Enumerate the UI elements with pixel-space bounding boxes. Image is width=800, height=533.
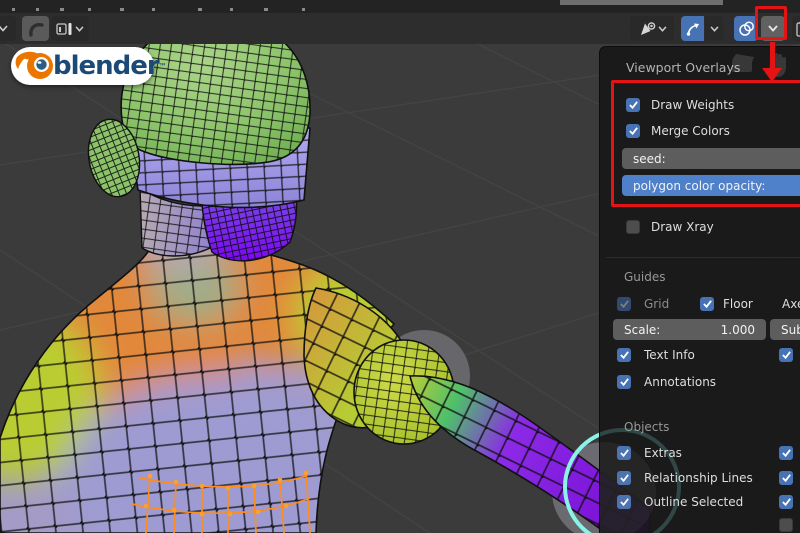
dropdown-partial-button[interactable] [0, 16, 16, 41]
annotation-arrow-shaft [770, 42, 775, 69]
label-annotations: Annotations [644, 375, 717, 389]
annotation-box-dropdown [755, 6, 787, 40]
falloff-button[interactable] [22, 16, 49, 41]
scale-value: 1.000 [720, 322, 755, 337]
checkbox-text-info[interactable] [617, 348, 631, 362]
subdivisions-label: Subdivisions [781, 322, 800, 337]
label-relationship-lines: Relationship Lines [644, 471, 753, 485]
label-draw-xray: Draw Xray [651, 220, 714, 234]
chevron-down-icon [75, 25, 84, 32]
check-icon [619, 498, 629, 507]
display-mode-button[interactable] [51, 16, 89, 41]
blender-logo-text: blender [53, 51, 160, 81]
trademark: ™ [158, 61, 167, 71]
checkbox-relationship-lines[interactable] [617, 471, 631, 485]
display-mode-icon [56, 22, 72, 35]
check-icon [619, 378, 629, 387]
section-guides: Guides [624, 270, 666, 284]
checkbox-floor[interactable] [700, 297, 714, 311]
check-icon [619, 351, 629, 360]
show-gizmo-button[interactable] [630, 16, 674, 41]
blender-logo-icon [15, 51, 53, 79]
label-floor: Floor [723, 297, 753, 311]
snap-arc-icon [686, 23, 699, 36]
label-outline-selected: Outline Selected [644, 495, 744, 509]
checkbox-right-2[interactable] [779, 446, 793, 460]
chevron-down-icon [709, 25, 719, 32]
falloff-curve-icon [28, 22, 44, 37]
checkbox-annotations[interactable] [617, 375, 631, 389]
check-icon [781, 449, 791, 458]
checkbox-grid[interactable] [617, 297, 631, 311]
check-icon [781, 498, 791, 507]
chevron-down-icon [657, 25, 667, 32]
checkbox-right-3[interactable] [779, 471, 793, 485]
overlays-icon [738, 21, 754, 36]
check-icon [619, 300, 629, 309]
scale-label: Scale: [624, 322, 661, 337]
viewport-header [0, 13, 800, 44]
label-axes-clipped: Axes [782, 297, 800, 311]
check-icon [619, 449, 629, 458]
divider [606, 257, 800, 258]
chevron-down-icon [0, 25, 8, 32]
section-objects: Objects [624, 420, 670, 434]
checkbox-outline-selected[interactable] [617, 495, 631, 509]
snapping-button[interactable] [681, 16, 704, 41]
subdivisions-slider-clipped[interactable]: Subdivisions [770, 319, 800, 340]
check-icon [781, 474, 791, 483]
label-text-info: Text Info [644, 348, 695, 362]
checkbox-right-4[interactable] [779, 495, 793, 509]
checkbox-extras[interactable] [617, 446, 631, 460]
label-extras: Extras [644, 446, 682, 460]
snapping-dropdown-button[interactable] [705, 16, 723, 41]
blender-logo: blender ™ [11, 47, 167, 85]
menubar-field-partial [560, 0, 723, 5]
checkbox-draw-xray[interactable] [626, 220, 640, 234]
check-icon [702, 300, 712, 309]
clipboard-partial-button[interactable] [792, 16, 800, 41]
clipboard-icon [796, 21, 800, 37]
checkbox-right-1[interactable] [779, 348, 793, 362]
clapper-ghost-icon [732, 54, 754, 72]
popover-title: Viewport Overlays [626, 60, 741, 75]
check-icon [781, 351, 791, 360]
gizmo-icon [640, 21, 655, 35]
scale-slider[interactable]: Scale: 1.000 [613, 319, 766, 340]
checkbox-right-5[interactable] [779, 518, 793, 532]
check-icon [619, 474, 629, 483]
label-grid: Grid [644, 297, 670, 311]
annotation-box-options [611, 80, 800, 207]
blender-app-window: { "app": { "name": "Blender" }, "logo": … [0, 0, 800, 533]
menubar-clipped [0, 0, 800, 13]
